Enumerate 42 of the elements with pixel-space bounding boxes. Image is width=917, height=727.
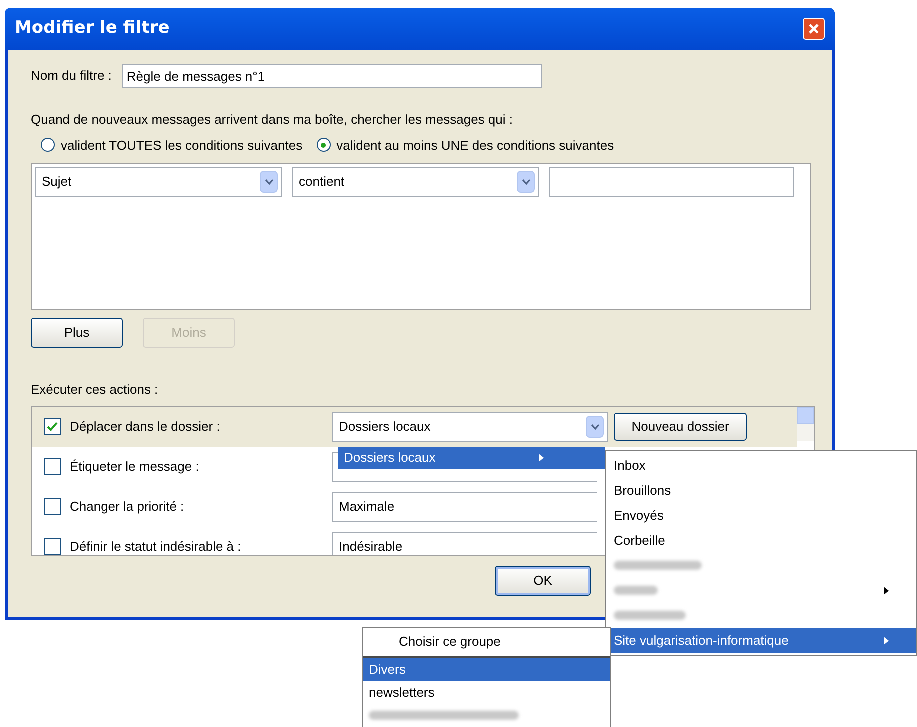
window-title: Modifier le filtre <box>15 17 170 40</box>
filter-name-label: Nom du filtre : <box>31 67 112 86</box>
checkbox[interactable] <box>44 538 61 554</box>
blurred-item <box>614 586 658 595</box>
radio-button[interactable] <box>41 138 55 152</box>
checkbox[interactable] <box>44 418 61 435</box>
close-button[interactable] <box>803 18 825 40</box>
action-label: Étiqueter le message : <box>70 458 200 476</box>
blurred-item <box>614 611 686 620</box>
radio-button[interactable] <box>316 138 331 152</box>
action-dropdown[interactable]: Dossiers locaux <box>332 412 608 442</box>
actions-label: Exécuter ces actions : <box>31 381 160 399</box>
menu-item[interactable]: Corbeille <box>606 528 916 553</box>
condition-button[interactable]: Plus <box>31 318 123 348</box>
menu-item[interactable]: Divers <box>363 658 610 681</box>
match-prompt: Quand de nouveaux messages arrivent dans ma boîte, chercher les messages qui : <box>31 111 514 129</box>
close-icon <box>808 23 820 35</box>
condition-value-field[interactable] <box>549 167 794 197</box>
radio-label: valident TOUTES les conditions suivantes <box>61 136 303 154</box>
new-folder-button[interactable]: Nouveau dossier <box>614 412 747 440</box>
chevron-down-icon <box>522 179 530 185</box>
chevron-down-icon <box>264 179 274 185</box>
operator-dropdown[interactable]: contient <box>292 167 539 197</box>
radio-label: valident au moins UNE des conditions suivantes <box>336 136 614 154</box>
action-label: Changer la priorité : <box>70 498 186 516</box>
dropdown-arrow-button[interactable] <box>586 416 604 438</box>
action-dropdown[interactable]: Maximale <box>332 492 597 522</box>
action-dropdown[interactable]: Indésirable <box>332 532 597 554</box>
action-label: Déplacer dans le dossier : <box>70 418 222 436</box>
checkbox[interactable] <box>44 458 61 475</box>
scrollbar[interactable] <box>797 406 814 440</box>
menu-item[interactable]: newsletters <box>363 681 610 704</box>
dropdown-arrow-button[interactable] <box>260 171 278 193</box>
filter-name-field[interactable]: Règle de messages n°1 <box>122 64 542 88</box>
action-row[interactable]: Déplacer dans le dossier : Dossiers locaux Nouveau dossier <box>32 406 797 446</box>
action-label: Définir le statut indésirable à : <box>70 538 242 554</box>
chevron-down-icon <box>590 424 600 430</box>
ok-button[interactable]: OK <box>495 566 591 596</box>
dropdown-arrow-button[interactable] <box>517 171 535 193</box>
field-dropdown[interactable]: Sujet <box>35 167 282 197</box>
menu-item[interactable]: Dossiers locaux <box>338 447 605 469</box>
checkbox[interactable] <box>44 498 61 515</box>
